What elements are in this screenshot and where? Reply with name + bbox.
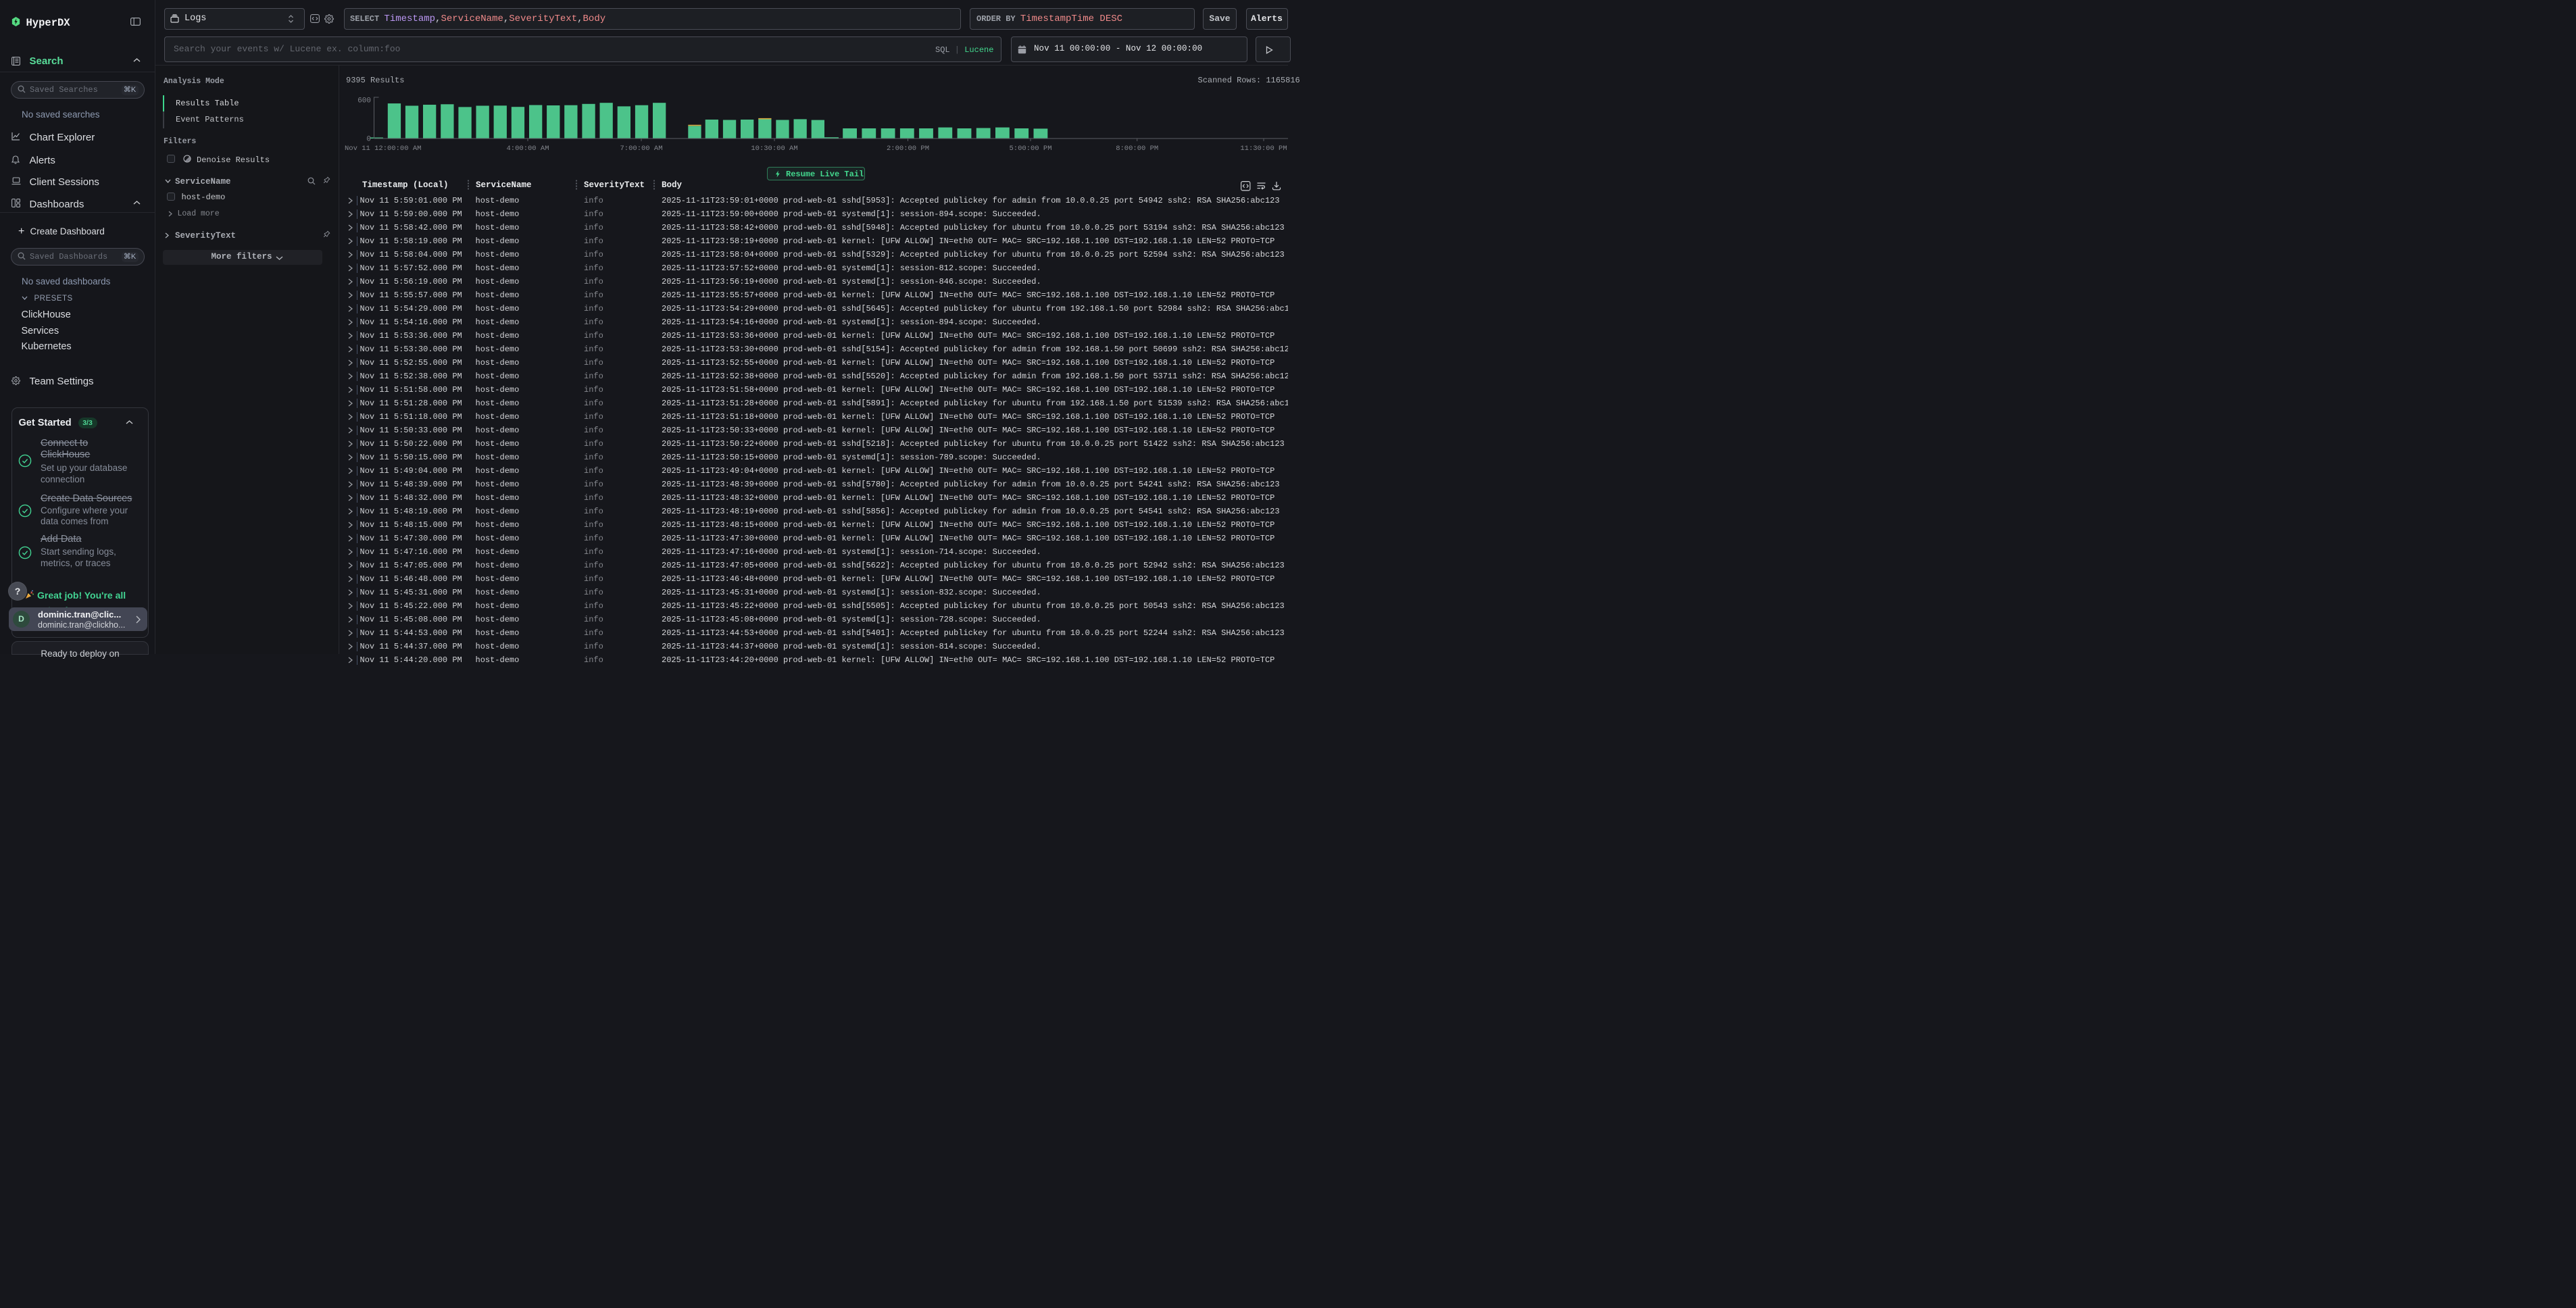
svg-text:5:00:00 PM: 5:00:00 PM <box>1009 145 1051 153</box>
svg-text:7:00:00 AM: 7:00:00 AM <box>620 145 662 153</box>
svg-text:0: 0 <box>366 136 371 144</box>
svg-text:600: 600 <box>357 97 371 105</box>
svg-text:2:00:00 PM: 2:00:00 PM <box>887 145 929 153</box>
svg-text:8:00:00 PM: 8:00:00 PM <box>1116 145 1158 153</box>
svg-text:10:30:00 AM: 10:30:00 AM <box>751 145 797 153</box>
svg-text:4:00:00 AM: 4:00:00 AM <box>506 145 549 153</box>
svg-text:Nov 11 12:00:00 AM: Nov 11 12:00:00 AM <box>345 145 421 153</box>
svg-text:11:30:00 PM: 11:30:00 PM <box>1240 145 1287 153</box>
